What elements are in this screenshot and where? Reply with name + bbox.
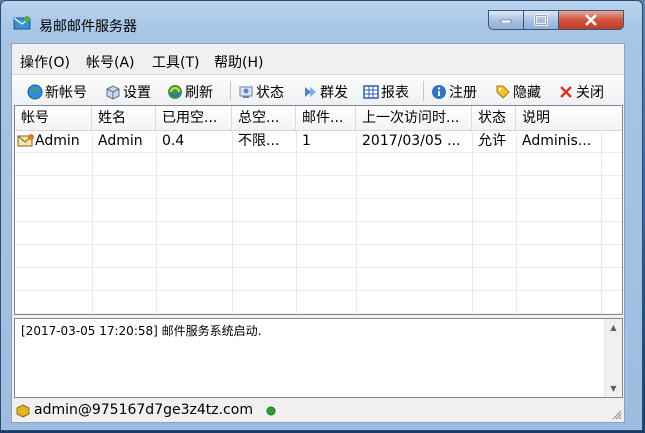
globe-icon [27,84,43,100]
app-window: 易邮邮件服务器 操作(O) 帐号(A) 工具(T) 帮助(H) 新帐号 设置 刷… [0,0,643,431]
col-account[interactable]: 帐号 [15,106,92,130]
refresh-label: 刷新 [185,85,213,101]
report-icon [363,85,379,99]
log-panel[interactable]: [2017-03-05 17:20:58] 邮件服务系统启动. ▲ ▼ [14,318,623,398]
box-icon [106,85,120,100]
scroll-up-button[interactable]: ▲ [605,319,622,336]
close-app-label: 关闭 [576,85,604,101]
window-title: 易邮邮件服务器 [39,19,137,35]
minimize-icon [500,19,512,23]
toolbar-separator [230,81,231,101]
menu-bar: 操作(O) 帐号(A) 工具(T) 帮助(H) [12,44,624,72]
cell-name: Admin [98,133,143,149]
cell-description: Adminis... [522,133,592,149]
info-icon [432,85,446,99]
settings-button[interactable]: 设置 [105,82,151,102]
scroll-down-button[interactable]: ▼ [605,380,622,397]
mail-user-icon [17,134,34,147]
send-icon [305,87,316,97]
col-total-space[interactable]: 总空... [232,106,296,130]
cell-status: 允许 [478,133,506,149]
tag-icon [496,85,510,99]
online-indicator-icon [266,406,276,416]
status-button[interactable]: 状态 [238,82,284,102]
table-header: 帐号 姓名 已用空... 总空... 邮件... 上一次访问时... 状态 说明 [15,106,622,131]
close-app-button[interactable]: 关闭 [558,82,604,102]
maximize-icon [534,14,548,26]
server-icon [16,404,30,418]
menu-operate[interactable]: 操作(O) [20,52,70,72]
empty-row [15,176,622,199]
register-button[interactable]: 注册 [431,82,477,102]
report-label: 报表 [381,85,409,101]
hide-label: 隐藏 [513,85,541,101]
hide-button[interactable]: 隐藏 [495,82,541,102]
status-icon [239,86,253,98]
empty-row [15,153,622,176]
toolbar-separator [423,81,424,101]
refresh-button[interactable]: 刷新 [167,82,213,102]
log-scrollbar[interactable]: ▲ ▼ [604,319,622,397]
empty-row [15,245,622,268]
close-x-icon [560,86,572,98]
col-used-space[interactable]: 已用空... [156,106,232,130]
close-icon [585,14,597,26]
menu-tools[interactable]: 工具(T) [152,52,199,72]
minimize-button[interactable] [488,10,524,30]
status-bar: admin@975167d7ge3z4tz.com [12,400,624,422]
cell-used-space: 0.4 [162,133,185,149]
status-label: 状态 [256,85,284,101]
close-button[interactable] [558,10,624,30]
cell-mail-count: 1 [302,133,311,149]
col-mail-count[interactable]: 邮件... [296,106,356,130]
app-icon [13,16,31,30]
cell-total-space: 不限... [238,133,280,149]
cell-account: Admin [15,130,92,152]
status-account: admin@975167d7ge3z4tz.com [34,402,253,418]
empty-row [15,199,622,222]
settings-label: 设置 [123,85,151,101]
accounts-table[interactable]: 帐号 姓名 已用空... 总空... 邮件... 上一次访问时... 状态 说明… [14,105,623,315]
toolbar: 新帐号 设置 刷新 状态 群发 报表 注册 隐藏 关闭 [12,74,624,105]
empty-row [15,268,622,291]
menu-account[interactable]: 帐号(A) [86,52,135,72]
col-description[interactable]: 说明 [516,106,622,130]
account-value: Admin [35,133,80,149]
title-bar[interactable]: 易邮邮件服务器 [1,1,642,39]
register-label: 注册 [449,85,477,101]
col-status[interactable]: 状态 [472,106,516,130]
new-account-label: 新帐号 [45,85,87,101]
col-last-access[interactable]: 上一次访问时... [356,106,472,130]
resize-grip-icon[interactable] [612,410,622,420]
cell-last-access: 2017/03/05 ... [362,133,461,149]
mass-send-button[interactable]: 群发 [302,82,348,102]
log-line: [2017-03-05 17:20:58] 邮件服务系统启动. [21,324,262,338]
empty-row [15,291,622,314]
mass-send-label: 群发 [320,85,348,101]
report-button[interactable]: 报表 [363,82,409,102]
client-area: 操作(O) 帐号(A) 工具(T) 帮助(H) 新帐号 设置 刷新 状态 群发 … [11,43,625,423]
col-name[interactable]: 姓名 [92,106,156,130]
new-account-button[interactable]: 新帐号 [27,82,87,102]
menu-help[interactable]: 帮助(H) [214,52,263,72]
maximize-button[interactable] [523,10,559,30]
table-row[interactable]: Admin Admin 0.4 不限... 1 2017/03/05 ... 允… [15,130,622,153]
refresh-icon [168,85,182,99]
empty-row [15,222,622,245]
